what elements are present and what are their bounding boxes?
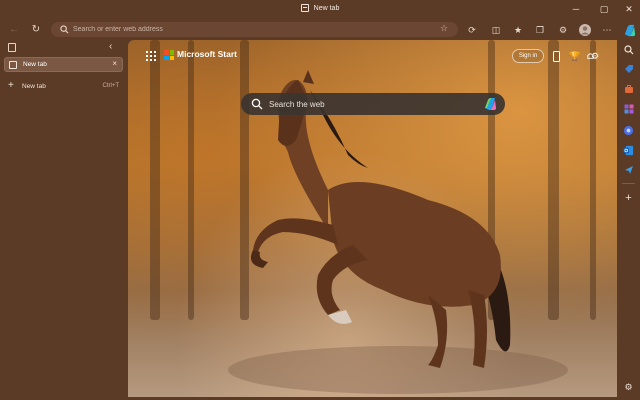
new-tab-shortcut: Ctrl+T — [102, 83, 120, 89]
window-title: New tab — [0, 4, 640, 12]
plus-icon: + — [8, 80, 14, 91]
new-tab-button[interactable]: + New tab Ctrl+T — [4, 80, 123, 94]
window-title-text: New tab — [313, 4, 340, 12]
title-bar: New tab ─ ▢ ✕ — [0, 0, 640, 20]
copilot-refresh-icon[interactable]: ⟳ — [465, 23, 479, 37]
tab-actions-icon[interactable] — [8, 43, 16, 52]
close-window-button[interactable]: ✕ — [623, 3, 635, 15]
favorite-star-icon[interactable]: ☆ — [440, 23, 448, 34]
vertical-tabs-pane: ‹ — [0, 40, 128, 400]
more-menu-icon[interactable]: ⋯ — [600, 23, 614, 37]
page-settings-icon[interactable]: ⚙ — [588, 49, 602, 63]
search-icon[interactable] — [622, 44, 635, 57]
extensions-icon[interactable]: ⚙ — [556, 23, 570, 37]
address-bar[interactable]: ☆ — [51, 22, 458, 37]
settings-icon[interactable]: ⚙ — [622, 381, 635, 394]
right-sidebar: + ⚙ — [617, 20, 640, 400]
search-icon — [251, 98, 263, 110]
send-icon[interactable] — [622, 164, 635, 177]
search-icon — [60, 25, 69, 34]
collections-icon[interactable]: ❐ — [533, 23, 547, 37]
sign-in-button[interactable]: Sign in — [512, 49, 544, 63]
rewards-trophy-icon[interactable]: 🏆 — [568, 49, 582, 63]
brand-title[interactable]: Microsoft Start — [177, 49, 237, 59]
outlook-icon[interactable] — [622, 144, 635, 157]
games-icon[interactable] — [622, 103, 635, 116]
copilot-search-icon[interactable] — [483, 97, 497, 111]
maximize-button[interactable]: ▢ — [598, 3, 610, 15]
tools-briefcase-icon[interactable] — [622, 83, 635, 96]
tab-new-tab[interactable]: New tab × — [4, 57, 123, 72]
web-search-box[interactable] — [241, 93, 505, 115]
mobile-phone-icon[interactable] — [549, 49, 563, 63]
apps-launcher-icon[interactable] — [146, 51, 156, 61]
tab-label: New tab — [23, 61, 47, 68]
new-tab-page: Microsoft Start Sign in 🏆 ⚙ — [128, 40, 617, 397]
back-icon[interactable]: ← — [6, 22, 22, 38]
split-screen-icon[interactable]: ◫ — [489, 23, 503, 37]
add-icon[interactable]: + — [622, 192, 635, 205]
microsoft-logo-icon — [164, 50, 174, 60]
refresh-icon[interactable]: ↻ — [28, 22, 44, 38]
sidebar-divider — [622, 183, 635, 184]
new-tab-label: New tab — [22, 83, 46, 90]
shopping-tag-icon[interactable] — [622, 63, 635, 76]
web-search-input[interactable] — [269, 93, 469, 115]
tab-icon — [300, 4, 309, 12]
minimize-button[interactable]: ─ — [570, 3, 582, 15]
address-input[interactable] — [73, 22, 423, 37]
close-tab-icon[interactable]: × — [112, 59, 117, 68]
collapse-pane-icon[interactable]: ‹ — [109, 41, 112, 52]
favorites-icon[interactable]: ★ — [511, 23, 525, 37]
tab-favicon-icon — [9, 61, 17, 69]
copilot-app-icon[interactable] — [622, 124, 635, 137]
profile-avatar[interactable] — [578, 23, 592, 37]
